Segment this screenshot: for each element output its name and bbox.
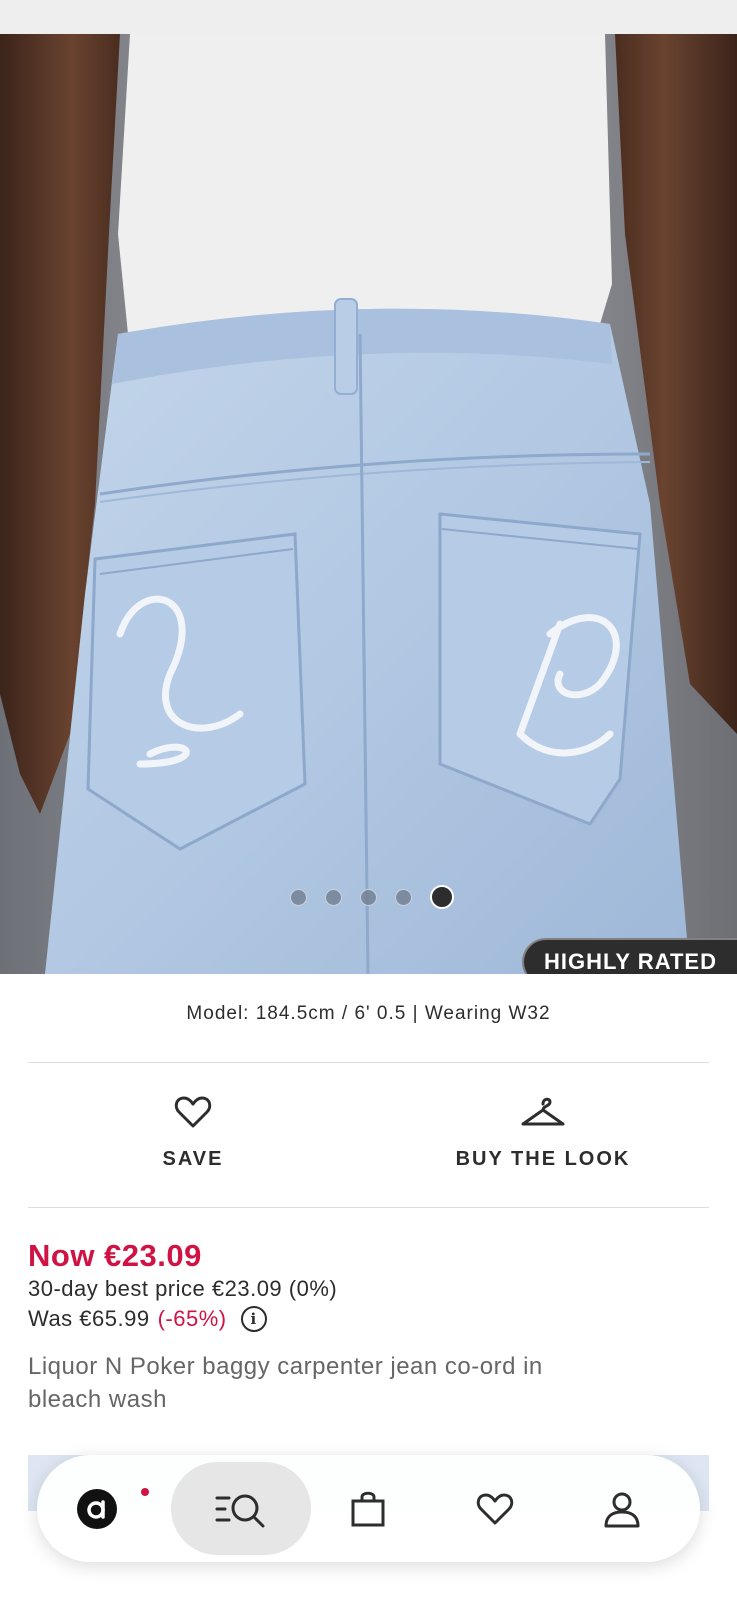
heart-icon	[476, 1493, 514, 1524]
product-image-carousel[interactable]: HIGHLY RATED	[0, 34, 737, 974]
product-title: Liquor N Poker baggy carpenter jean co-o…	[28, 1353, 543, 1413]
nav-search[interactable]	[171, 1462, 311, 1555]
carousel-dot[interactable]	[360, 888, 377, 906]
bag-icon	[351, 1491, 385, 1526]
model-size-info: Model: 184.5cm / 6' 0.5 | Wearing W32	[186, 1003, 551, 1024]
heart-icon	[174, 1096, 212, 1128]
save-label: SAVE	[162, 1148, 224, 1170]
buy-the-look-label: BUY THE LOOK	[455, 1148, 631, 1170]
asos-logo-icon	[77, 1488, 117, 1529]
discount-percent: (-65%)	[157, 1306, 227, 1331]
hanger-icon	[521, 1097, 565, 1126]
carousel-dot[interactable]	[395, 888, 412, 906]
was-price-row: Was €65.99 (-65%) i	[28, 1306, 267, 1332]
current-price: Now €23.09	[28, 1238, 202, 1273]
user-icon	[604, 1492, 640, 1527]
carousel-indicator[interactable]	[290, 885, 454, 909]
carousel-dot[interactable]	[325, 888, 342, 906]
best-price-info: 30-day best price €23.09 (0%)	[28, 1276, 338, 1301]
was-price: Was €65.99	[28, 1306, 150, 1331]
info-icon[interactable]: i	[240, 1306, 267, 1332]
search-menu-icon	[215, 1494, 265, 1527]
carousel-dot-active[interactable]	[430, 885, 454, 909]
status-bar	[0, 0, 737, 34]
notification-dot	[141, 1488, 149, 1496]
nav-account[interactable]	[567, 1455, 677, 1562]
carousel-dot[interactable]	[290, 888, 307, 906]
highly-rated-badge: HIGHLY RATED	[522, 938, 737, 974]
buy-the-look-button[interactable]: BUY THE LOOK	[393, 1092, 693, 1171]
product-photo	[0, 34, 737, 974]
bottom-navigation	[37, 1455, 700, 1562]
nav-bag[interactable]	[313, 1455, 423, 1562]
divider	[28, 1207, 709, 1208]
nav-saved[interactable]	[440, 1455, 550, 1562]
divider	[28, 1062, 709, 1063]
nav-home[interactable]	[42, 1455, 152, 1562]
save-button[interactable]: SAVE	[43, 1092, 343, 1171]
